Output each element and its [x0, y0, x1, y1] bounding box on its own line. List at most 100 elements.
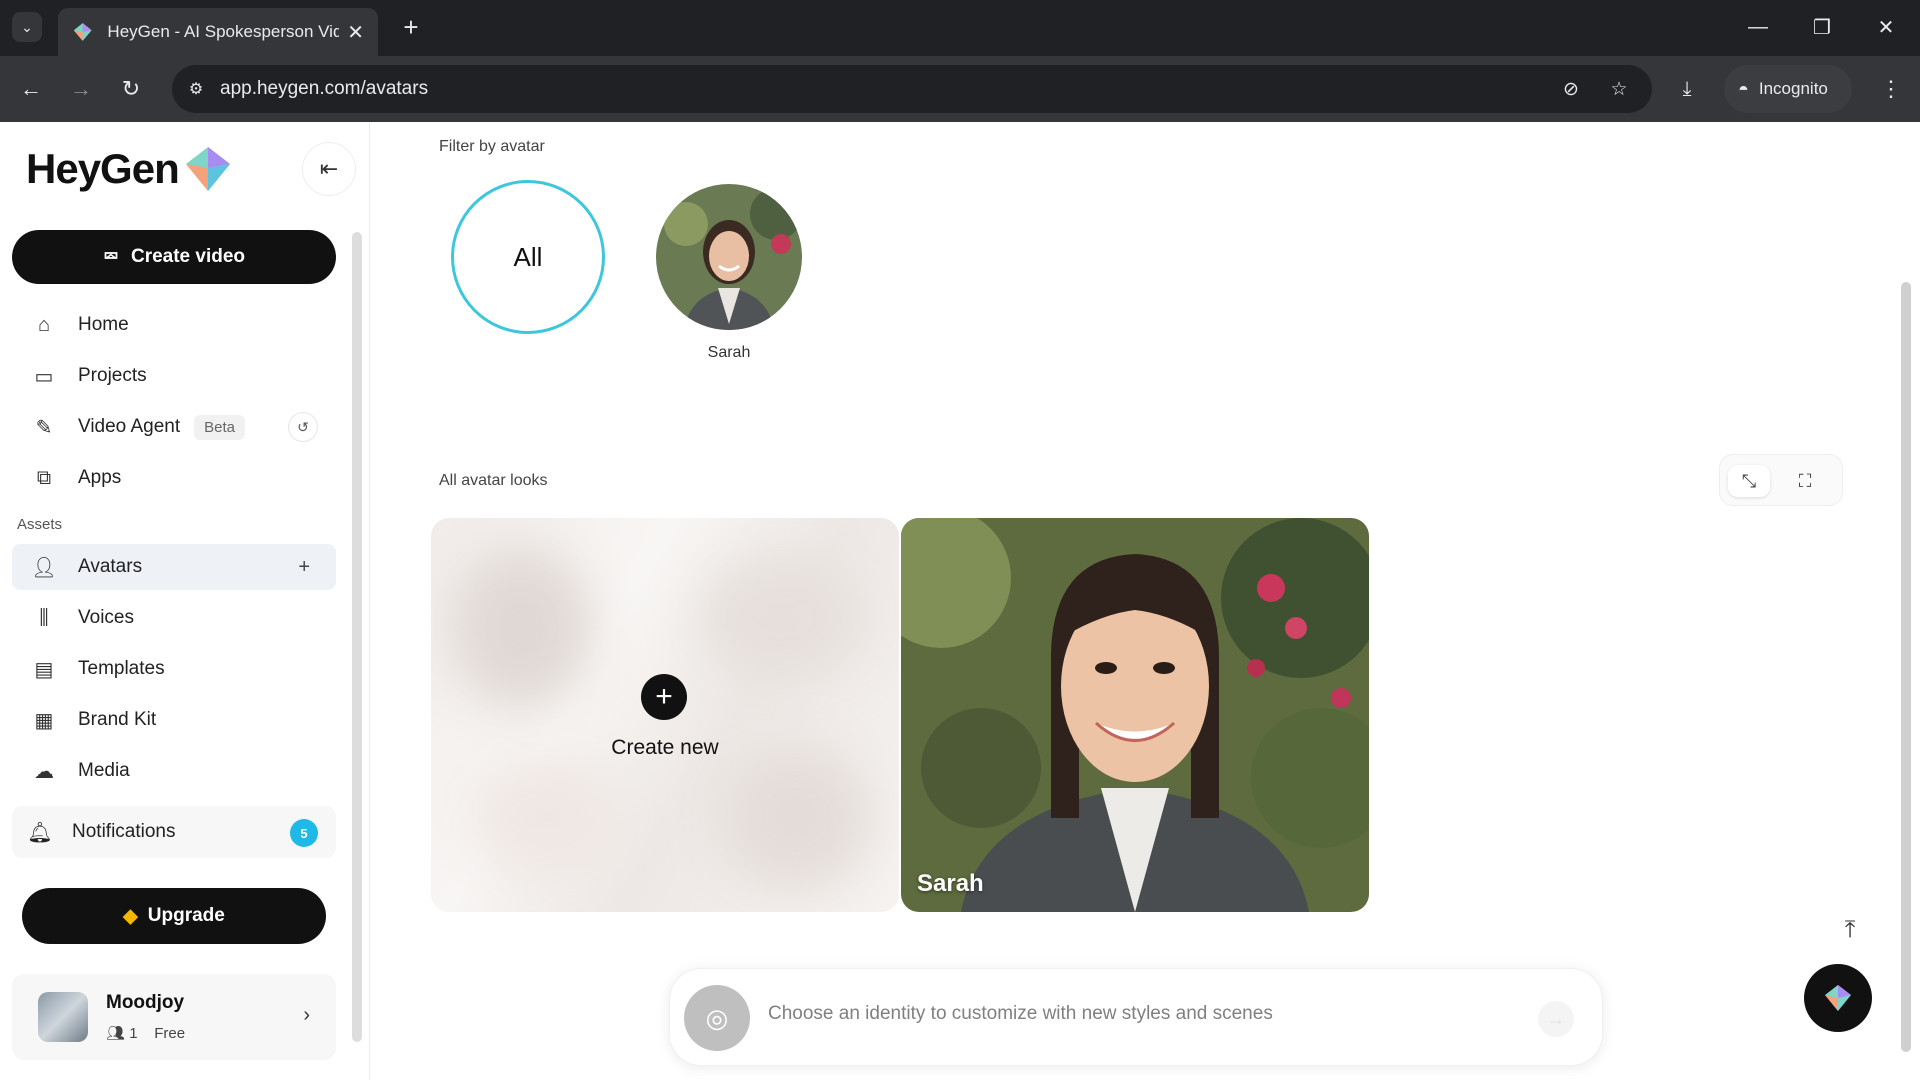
restore-icon[interactable]: ❐	[1802, 10, 1842, 44]
heygen-favicon-icon	[73, 23, 92, 41]
sidebar: HeyGen ⇤ ⮹ Create video ⌂ Home ▭ Project…	[0, 122, 370, 1080]
workspace-name: Moodjoy	[106, 992, 185, 1013]
avatars-main: Filter by avatar All Sarah All avatar lo…	[371, 122, 1920, 1080]
sidebar-item-video-agent[interactable]: ✎ Video Agent Beta ↺	[12, 404, 336, 450]
filter-all-button[interactable]: All	[451, 180, 605, 334]
brand-kit-icon: ▦	[34, 709, 54, 732]
reload-icon[interactable]: ↻	[114, 72, 148, 106]
assets-section-label: Assets	[17, 516, 63, 533]
address-bar[interactable]: ⚙ app.heygen.com/avatars ⊘ ☆	[172, 65, 1652, 113]
tab-title: HeyGen - AI Spokesperson Video	[107, 22, 340, 41]
wand-icon: ✎	[35, 416, 53, 439]
identity-prompt-input[interactable]	[768, 1003, 1528, 1025]
sarah-look-image	[901, 518, 1369, 912]
sidebar-item-templates[interactable]: ▤ Templates	[12, 646, 336, 692]
browser-chrome: ⌄ HeyGen - AI Spokesperson Video ✕ + — ❐…	[0, 0, 1920, 122]
bookmark-star-icon[interactable]: ☆	[1604, 75, 1634, 103]
browser-menu-icon[interactable]: ⋮	[1876, 72, 1906, 106]
notification-count-badge: 5	[290, 819, 318, 847]
identity-avatar-icon[interactable]: ◎	[684, 985, 750, 1051]
heygen-assistant-icon	[1825, 985, 1851, 1011]
history-icon[interactable]: ↺	[288, 412, 318, 442]
blur-shape	[721, 748, 871, 888]
gem-icon: ◆	[123, 905, 138, 927]
create-video-label: Create video	[130, 246, 246, 267]
video-camera-icon: ▭	[34, 365, 54, 388]
sidebar-item-media[interactable]: ☁ Media	[12, 748, 336, 794]
member-count: 1	[129, 1025, 138, 1042]
plus-icon: +	[641, 674, 687, 720]
plan-label: Free	[154, 1025, 186, 1042]
blur-shape	[471, 758, 621, 878]
home-icon: ⌂	[37, 313, 51, 336]
waveform-icon: ⫼	[39, 606, 49, 629]
window-close-icon[interactable]: ✕	[1866, 10, 1906, 44]
blur-shape	[451, 548, 591, 708]
assistant-fab-button[interactable]	[1804, 964, 1872, 1032]
workspace-meta: 👥︎ 1 Free	[106, 1024, 185, 1042]
sidebar-item-projects[interactable]: ▭ Projects	[12, 353, 336, 399]
back-icon[interactable]: ←	[14, 72, 48, 106]
sidebar-item-home[interactable]: ⌂ Home	[12, 302, 336, 348]
filter-avatar-name: Sarah	[707, 344, 751, 361]
tab-strip: ⌄ HeyGen - AI Spokesperson Video ✕ + — ❐…	[0, 0, 1920, 56]
new-tab-icon[interactable]: +	[396, 12, 426, 42]
create-video-button[interactable]: ⮹ Create video	[12, 230, 336, 284]
sidebar-scrollbar[interactable]	[352, 232, 362, 1042]
bell-icon: 🔔︎	[27, 821, 53, 844]
logo-text: HeyGen	[26, 145, 180, 192]
incognito-icon: ◓	[1738, 78, 1749, 99]
collapse-sidebar-button[interactable]: ⇤	[302, 142, 356, 196]
chevron-right-icon: ›	[303, 1004, 310, 1026]
apps-icon: ⧉	[36, 466, 52, 489]
sidebar-item-label: Media	[78, 760, 130, 781]
sidebar-item-brand-kit[interactable]: ▦ Brand Kit	[12, 697, 336, 743]
filter-all-label: All	[513, 241, 543, 272]
members-icon: 👥︎	[106, 1025, 126, 1042]
all-avatar-looks-label: All avatar looks	[439, 472, 548, 489]
url-text[interactable]: app.heygen.com/avatars	[220, 78, 428, 100]
incognito-label: Incognito	[1758, 79, 1828, 98]
scroll-to-top-icon[interactable]: ⤒	[1835, 912, 1865, 948]
upgrade-label: Upgrade	[147, 905, 225, 926]
person-icon: 👤︎	[31, 556, 57, 579]
upload-cloud-icon: ☁	[34, 760, 54, 783]
heygen-logo[interactable]: HeyGen	[26, 144, 233, 194]
send-arrow-icon[interactable]: →	[1538, 1001, 1574, 1037]
create-new-avatar-card[interactable]: + Create new	[431, 518, 899, 912]
forward-icon[interactable]: →	[64, 72, 98, 106]
notifications-label: Notifications	[72, 821, 176, 842]
sidebar-item-label: Templates	[78, 658, 165, 679]
account-switcher[interactable]: Moodjoy 👥︎ 1 Free ›	[12, 974, 336, 1060]
heygen-logo-icon	[185, 147, 230, 191]
browser-tab[interactable]: HeyGen - AI Spokesperson Video ✕	[58, 8, 378, 56]
browser-toolbar: ← → ↻ ⚙ app.heygen.com/avatars ⊘ ☆ ⤓ ◓ I…	[0, 56, 1920, 122]
main-scrollbar[interactable]	[1901, 282, 1911, 1052]
sarah-avatar-thumbnail	[656, 184, 802, 330]
notifications-button[interactable]: 🔔︎ Notifications 5	[12, 806, 336, 858]
identity-prompt-bar: ◎ →	[669, 968, 1603, 1066]
sidebar-item-avatars[interactable]: 👤︎ Avatars +	[12, 544, 336, 590]
site-settings-icon[interactable]: ⚙	[182, 75, 210, 103]
sidebar-item-label: Brand Kit	[78, 709, 157, 730]
cursor-icon: ⮹	[102, 245, 119, 268]
filter-avatar-sarah[interactable]	[656, 184, 802, 330]
expand-view-icon[interactable]: ⛶	[1784, 465, 1826, 497]
download-icon[interactable]: ⤓	[1670, 72, 1704, 106]
avatar-look-card-sarah[interactable]: Sarah	[901, 518, 1369, 912]
sidebar-item-label: Video Agent	[78, 416, 181, 437]
incognito-indicator[interactable]: ◓ Incognito	[1724, 65, 1852, 113]
sidebar-item-voices[interactable]: ⫼ Voices	[12, 595, 336, 641]
beta-badge: Beta	[194, 414, 245, 440]
eye-off-icon[interactable]: ⊘	[1556, 75, 1586, 103]
add-avatar-icon[interactable]: +	[298, 556, 310, 579]
template-icon: ▤	[34, 658, 54, 681]
sidebar-item-label: Avatars	[78, 556, 143, 577]
tab-search-icon[interactable]: ⌄	[12, 12, 42, 42]
compact-view-icon[interactable]: ⤡	[1728, 465, 1770, 497]
sidebar-item-apps[interactable]: ⧉ Apps	[12, 455, 336, 501]
upgrade-button[interactable]: ◆ Upgrade	[22, 888, 326, 944]
workspace-avatar	[38, 992, 88, 1042]
minimize-icon[interactable]: —	[1738, 10, 1778, 44]
tab-close-icon[interactable]: ✕	[347, 20, 364, 45]
